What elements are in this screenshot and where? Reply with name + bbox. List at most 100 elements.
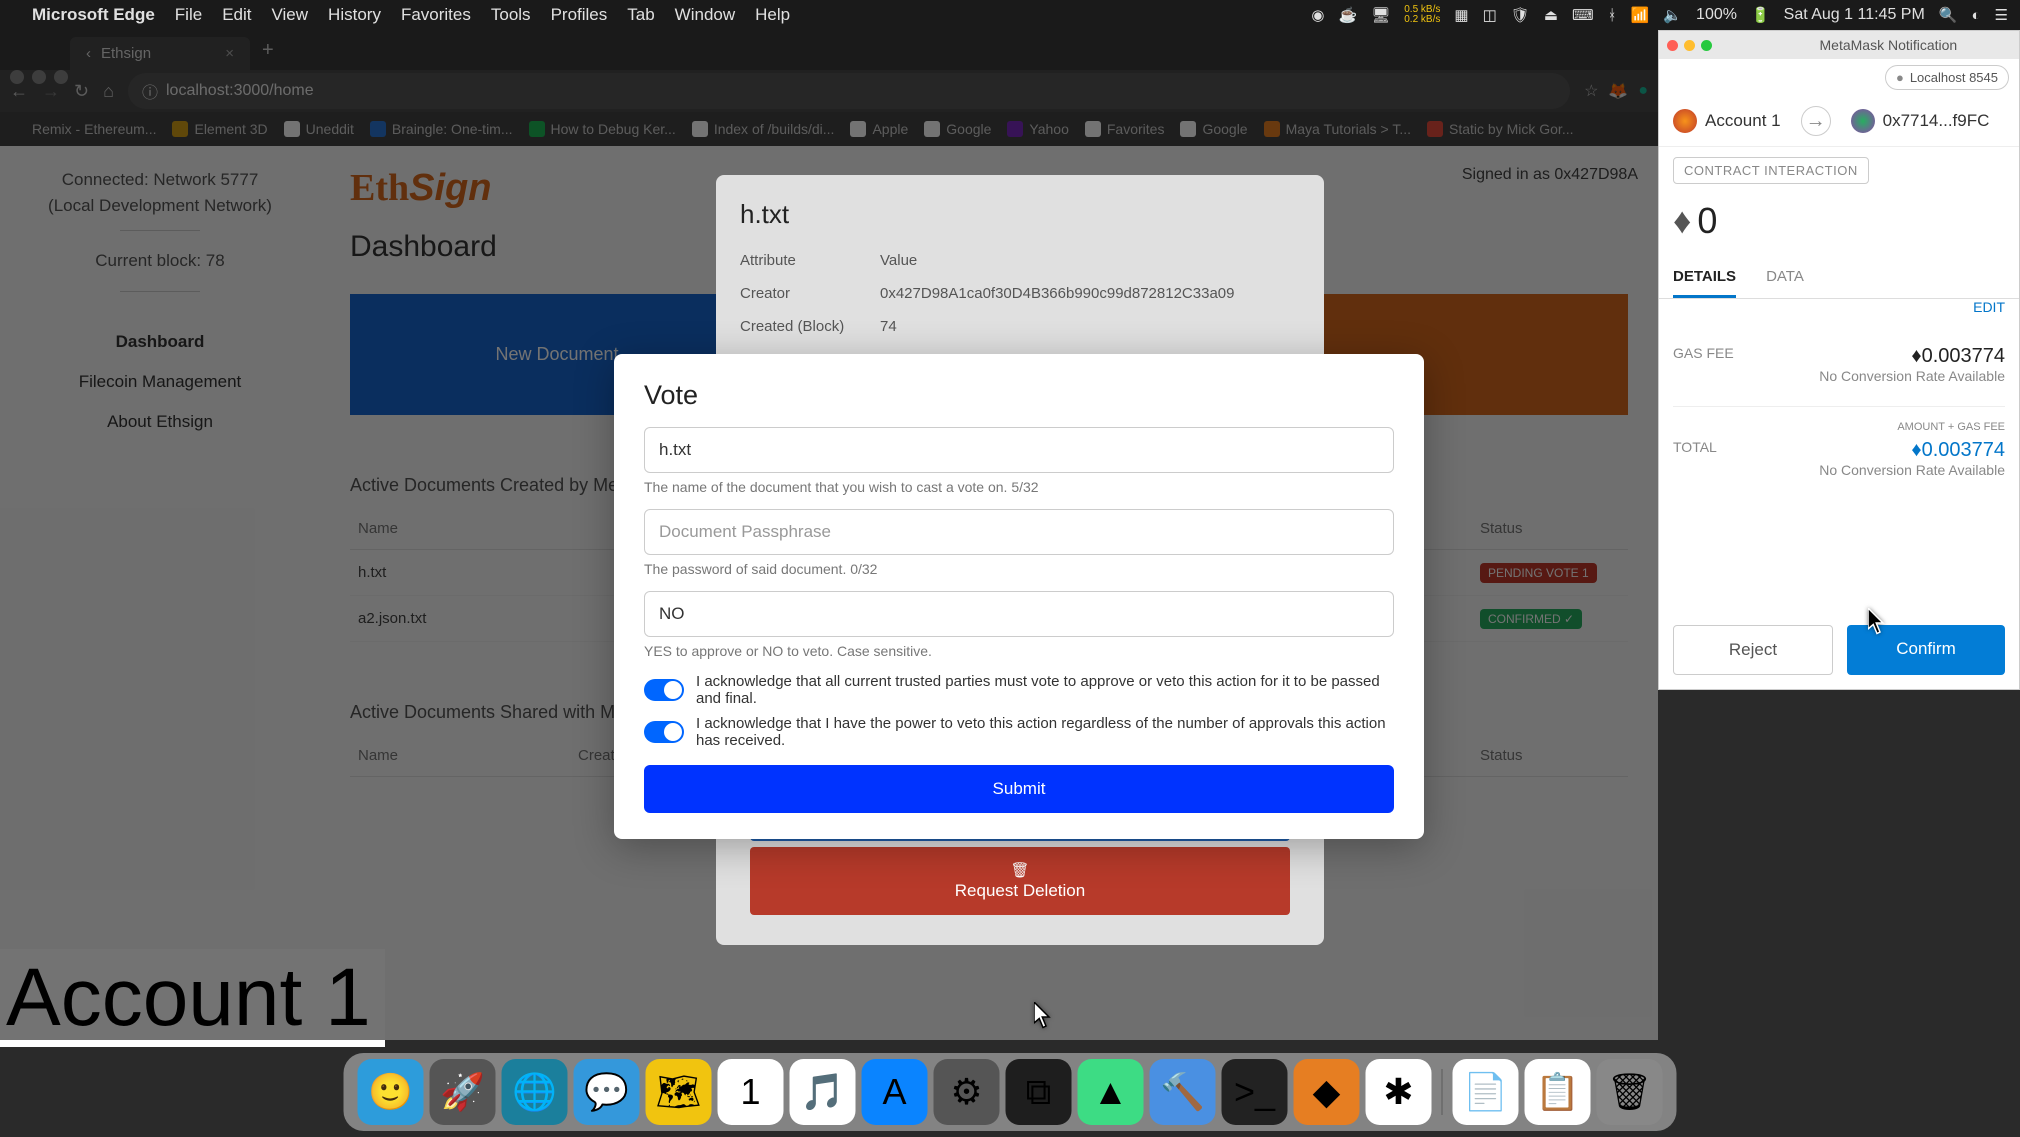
attr-created: Created (Block) [740, 318, 880, 335]
vote-modal-title: Vote [644, 380, 1394, 411]
app-name[interactable]: Microsoft Edge [32, 5, 155, 25]
menu-tools[interactable]: Tools [491, 5, 531, 25]
keyboard-icon[interactable]: ⌨ [1572, 6, 1594, 24]
passphrase-input[interactable] [644, 509, 1394, 555]
eth-icon: ♦ [1911, 439, 1921, 461]
monitor-icon[interactable]: 🖥 [1371, 6, 1390, 24]
dock-item-xcode[interactable]: 🔨 [1150, 1059, 1216, 1125]
total-caption: AMOUNT + GAS FEE [1673, 421, 2005, 433]
from-account: Account 1 [1705, 111, 1781, 131]
ack1-text: I acknowledge that all current trusted p… [696, 673, 1394, 707]
dock-item-folder[interactable]: 📋 [1525, 1059, 1591, 1125]
siri-icon[interactable]: ◐ [1971, 7, 1980, 24]
val-creator: 0x427D98A1ca0f30D4B366b990c99d872812C33a… [880, 285, 1234, 302]
close-icon[interactable] [1667, 40, 1678, 51]
menu-profiles[interactable]: Profiles [551, 5, 608, 25]
menu-window[interactable]: Window [675, 5, 735, 25]
dock-item-maps[interactable]: 🗺 [646, 1059, 712, 1125]
submit-button[interactable]: Submit [644, 765, 1394, 813]
transaction-amount: ♦0 [1659, 194, 2019, 248]
minimize-icon[interactable] [1684, 40, 1695, 51]
edit-link[interactable]: EDIT [1659, 299, 2019, 323]
to-avatar-icon [1851, 109, 1875, 133]
dock-item-android-studio[interactable]: ▲ [1078, 1059, 1144, 1125]
vote-value-input[interactable] [644, 591, 1394, 637]
dock-item-vscode[interactable]: ⧉ [1006, 1059, 1072, 1125]
gas-fee-label: GAS FEE [1673, 345, 1734, 384]
total-value: ♦0.003774 [1819, 439, 2005, 462]
ack2-text: I acknowledge that I have the power to v… [696, 715, 1394, 749]
dock-item-edge[interactable]: 🌐 [502, 1059, 568, 1125]
dock-item-messages[interactable]: 💬 [574, 1059, 640, 1125]
gas-fee-value: ♦0.003774 [1819, 345, 2005, 368]
shield-icon[interactable]: 🛡 [1511, 6, 1530, 24]
eject-icon[interactable]: ⏏ [1544, 6, 1558, 24]
request-deletion-button[interactable]: 🗑Request Deletion [750, 847, 1290, 915]
ack2-toggle[interactable] [644, 721, 684, 743]
dock-item-app1[interactable]: ◆ [1294, 1059, 1360, 1125]
from-avatar-icon [1673, 109, 1697, 133]
macos-dock: 🙂🚀🌐💬🗺1🎵A⚙⧉▲🔨>_◆✱ 📄📋🗑 [344, 1053, 1677, 1131]
bluetooth-icon[interactable]: ᚼ [1608, 7, 1617, 24]
metamask-titlebar: MetaMask Notification [1659, 31, 2019, 59]
volume-icon[interactable]: 🔈 [1663, 6, 1682, 24]
menu-favorites[interactable]: Favorites [401, 5, 471, 25]
tab-details[interactable]: DETAILS [1673, 258, 1736, 298]
document-name-help: The name of the document that you wish t… [644, 479, 1394, 495]
dock-item-doc[interactable]: 📄 [1453, 1059, 1519, 1125]
attr-creator: Creator [740, 285, 880, 302]
document-name-input[interactable] [644, 427, 1394, 473]
menu-edit[interactable]: Edit [222, 5, 251, 25]
menu-tab[interactable]: Tab [627, 5, 654, 25]
network-selector[interactable]: ●Localhost 8545 [1659, 59, 2019, 96]
wifi-icon[interactable]: 📶 [1631, 6, 1650, 24]
gas-fee-sub: No Conversion Rate Available [1819, 368, 2005, 384]
val-header: Value [880, 252, 917, 269]
arrow-right-icon: → [1801, 106, 1831, 136]
metamask-popup: MetaMask Notification ●Localhost 8545 Ac… [1658, 30, 2020, 690]
metamask-window-title: MetaMask Notification [1820, 37, 1958, 53]
notifications-icon[interactable]: ☰ [1995, 6, 2008, 24]
dock-item-settings[interactable]: ⚙ [934, 1059, 1000, 1125]
vote-value-help: YES to approve or NO to veto. Case sensi… [644, 643, 1394, 659]
dock-item-trash[interactable]: 🗑 [1597, 1059, 1663, 1125]
battery-icon: 🔋 [1751, 6, 1770, 24]
mouse-cursor-icon [1868, 608, 1886, 634]
maximize-icon[interactable] [1701, 40, 1712, 51]
dock-item-slack[interactable]: ✱ [1366, 1059, 1432, 1125]
val-created: 74 [880, 318, 897, 335]
ack1-toggle[interactable] [644, 679, 684, 701]
menu-help[interactable]: Help [755, 5, 790, 25]
tray-icon-2[interactable]: ◫ [1483, 6, 1497, 24]
trash-icon: 🗑 [764, 861, 1276, 879]
battery-percent: 100% [1696, 6, 1737, 24]
dock-item-appstore[interactable]: A [862, 1059, 928, 1125]
dock-separator [1442, 1069, 1443, 1115]
tab-data[interactable]: DATA [1766, 258, 1804, 298]
total-label: TOTAL [1673, 439, 1717, 478]
dock-item-finder[interactable]: 🙂 [358, 1059, 424, 1125]
spotlight-icon[interactable]: 🔍 [1939, 6, 1958, 24]
eth-icon: ♦ [1911, 345, 1921, 367]
netstats: 0.5 kB/s 0.2 kB/s [1404, 5, 1440, 25]
tray-icon-1[interactable]: ▦ [1454, 6, 1468, 24]
dock-item-music[interactable]: 🎵 [790, 1059, 856, 1125]
menu-view[interactable]: View [272, 5, 309, 25]
dock-item-terminal[interactable]: >_ [1222, 1059, 1288, 1125]
network-dot-icon: ● [1896, 70, 1904, 85]
to-account: 0x7714...f9FC [1883, 111, 1990, 131]
menu-file[interactable]: File [175, 5, 202, 25]
dock-item-calendar[interactable]: 1 [718, 1059, 784, 1125]
coffee-icon[interactable]: ☕ [1339, 6, 1358, 24]
datetime[interactable]: Sat Aug 1 11:45 PM [1784, 6, 1925, 24]
macos-menubar: Microsoft Edge File Edit View History Fa… [0, 0, 2020, 30]
metamask-tabs: DETAILS DATA [1659, 258, 2019, 299]
total-sub: No Conversion Rate Available [1819, 462, 2005, 478]
reject-button[interactable]: Reject [1673, 625, 1833, 675]
record-icon[interactable]: ◉ [1311, 6, 1324, 24]
doc-card-title: h.txt [740, 199, 1300, 230]
interaction-type: CONTRACT INTERACTION [1659, 147, 2019, 194]
mouse-cursor-icon [1034, 1002, 1052, 1028]
dock-item-launchpad[interactable]: 🚀 [430, 1059, 496, 1125]
menu-history[interactable]: History [328, 5, 381, 25]
